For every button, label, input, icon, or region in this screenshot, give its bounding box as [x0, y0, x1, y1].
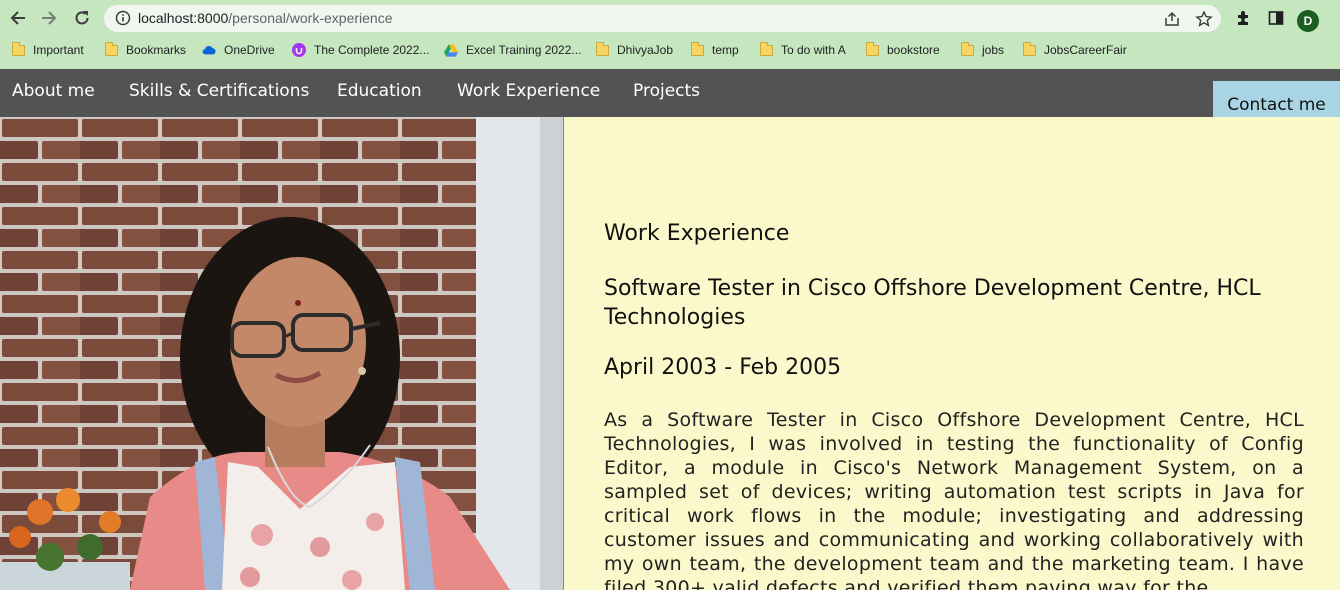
bookmark-item[interactable]: bookstore [865, 40, 940, 60]
forward-arrow-icon[interactable] [38, 7, 60, 29]
nav-education[interactable]: Education [337, 81, 422, 101]
nav-about-me[interactable]: About me [12, 81, 95, 101]
folder-icon [960, 41, 974, 57]
nav-projects[interactable]: Projects [633, 81, 700, 101]
bookmark-star-icon[interactable] [1194, 9, 1214, 29]
profile-avatar[interactable]: D [1297, 10, 1319, 32]
folder-icon [11, 41, 25, 57]
folder-icon [595, 41, 609, 57]
bookmark-label: JobsCareerFair [1044, 43, 1127, 57]
udemy-icon [292, 43, 306, 57]
url-path: /personal/work-experience [228, 10, 393, 26]
bookmarks-bar: Important Bookmarks OneDrive The Complet… [0, 38, 1340, 62]
job-title: Software Tester in Cisco Offshore Develo… [604, 276, 1261, 330]
bookmark-label: temp [712, 43, 739, 57]
reload-icon[interactable] [71, 7, 93, 29]
bookmark-label: bookstore [887, 43, 940, 57]
folder-icon [865, 41, 879, 57]
bookmark-item[interactable]: DhivyaJob [595, 40, 673, 60]
bookmark-item[interactable]: Excel Training 2022... [444, 40, 581, 60]
folder-icon [690, 41, 704, 57]
side-panel-icon[interactable] [1265, 7, 1287, 29]
bookmark-label: Excel Training 2022... [466, 43, 582, 57]
bookmark-label: The Complete 2022... [314, 43, 430, 57]
bookmark-item[interactable]: jobs [960, 40, 1004, 60]
profile-photo [0, 117, 563, 590]
bookmark-label: jobs [982, 43, 1005, 57]
bookmark-label: OneDrive [224, 43, 275, 57]
bookmark-item[interactable]: JobsCareerFair [1022, 40, 1127, 60]
bookmark-item[interactable]: To do with A [759, 40, 846, 60]
bookmark-item[interactable]: OneDrive [202, 40, 275, 60]
back-arrow-icon[interactable] [7, 7, 29, 29]
browser-toolbar: localhost:8000/personal/work-experience … [0, 3, 1340, 33]
site-info-icon[interactable] [114, 9, 132, 27]
share-icon[interactable] [1162, 9, 1182, 29]
bookmark-label: DhivyaJob [617, 43, 674, 57]
folder-icon [759, 41, 773, 57]
google-drive-icon [444, 43, 458, 57]
job-description: As a Software Tester in Cisco Offshore D… [604, 409, 1304, 590]
site-navbar: About me Skills & Certifications Educati… [0, 69, 1340, 129]
url-text[interactable]: localhost:8000/personal/work-experience [138, 10, 393, 26]
url-host: localhost:8000 [138, 10, 229, 26]
job-period: April 2003 - Feb 2005 [604, 355, 842, 380]
work-experience-section: Work Experience Software Tester in Cisco… [564, 117, 1340, 590]
folder-icon [1022, 41, 1036, 57]
bookmark-label: Bookmarks [126, 43, 187, 57]
bookmark-label: To do with A [781, 43, 846, 57]
address-bar[interactable]: localhost:8000/personal/work-experience [104, 5, 1221, 32]
nav-skills-certifications[interactable]: Skills & Certifications [129, 81, 309, 101]
page-title: Work Experience [604, 221, 790, 246]
bookmark-item[interactable]: temp [690, 40, 739, 60]
browser-chrome: localhost:8000/personal/work-experience … [0, 0, 1340, 69]
bookmark-item[interactable]: Bookmarks [104, 40, 186, 60]
bookmark-item[interactable]: The Complete 2022... [292, 40, 429, 60]
extensions-puzzle-icon[interactable] [1233, 7, 1255, 29]
onedrive-icon [202, 43, 216, 57]
bookmark-label: Important [33, 43, 84, 57]
bookmark-item[interactable]: Important [11, 40, 84, 60]
folder-icon [104, 41, 118, 57]
nav-work-experience[interactable]: Work Experience [457, 81, 600, 101]
